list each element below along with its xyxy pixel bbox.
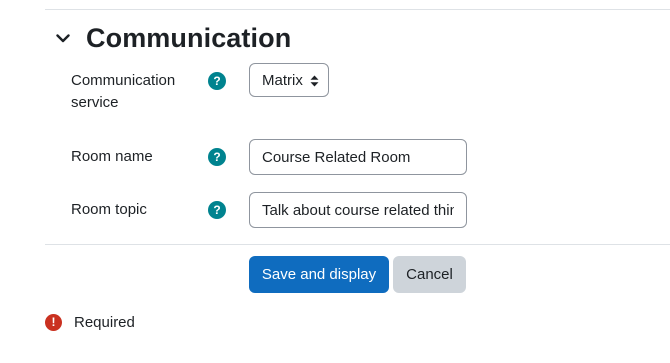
section-divider-top: [45, 9, 670, 10]
required-icon: !: [45, 313, 62, 331]
room-name-input[interactable]: [249, 139, 467, 175]
cancel-button[interactable]: Cancel: [393, 256, 466, 293]
help-icon[interactable]: ?: [208, 201, 226, 219]
help-icon[interactable]: ?: [208, 148, 226, 166]
section-title: Communication: [86, 22, 292, 53]
room-name-label: Room name: [71, 148, 153, 165]
required-legend: ! Required: [45, 312, 135, 332]
communication-service-label-line2: service: [71, 94, 119, 111]
room-topic-input[interactable]: [249, 192, 467, 228]
form-divider-bottom: [45, 244, 670, 245]
select-arrows-icon: [310, 74, 319, 91]
required-label: Required: [74, 313, 135, 331]
communication-service-label-line1: Communication: [71, 72, 176, 89]
communication-service-select[interactable]: Matrix: [249, 63, 329, 97]
save-and-display-button[interactable]: Save and display: [249, 256, 389, 293]
communication-service-selected-value: Matrix: [262, 71, 303, 89]
communication-service-label: Communication service: [71, 70, 175, 114]
room-topic-label: Room topic: [71, 201, 147, 218]
section-header-communication: Communication: [53, 20, 291, 56]
help-icon[interactable]: ?: [208, 72, 226, 90]
chevron-down-icon[interactable]: [53, 28, 73, 48]
